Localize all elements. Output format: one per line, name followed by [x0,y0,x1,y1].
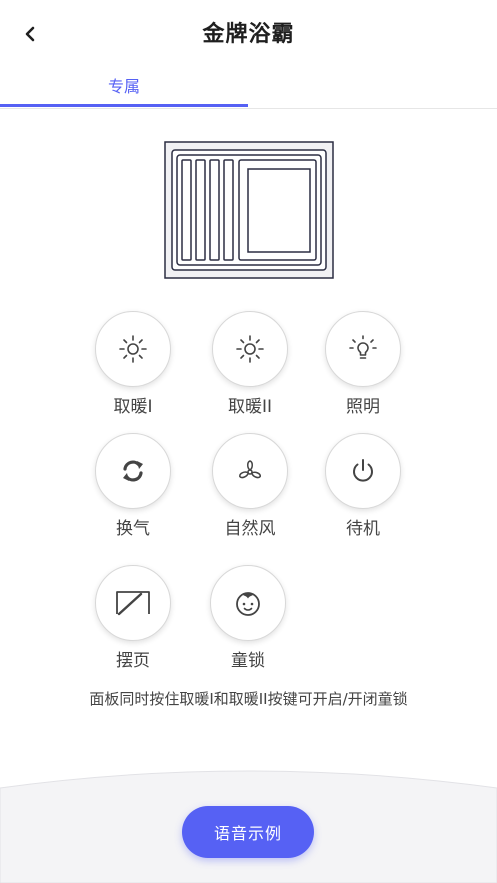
heat-2-button[interactable] [212,311,288,387]
tab-exclusive[interactable]: 专属 [0,64,248,107]
voice-example-button[interactable]: 语音示例 [182,806,314,858]
heat-1-label: 取暖I [113,397,153,417]
child-lock-hint: 面板同时按住取暖I和取暖II按键可开启/开闭童锁 [89,690,408,708]
natural-wind-label: 自然风 [224,519,276,539]
power-icon [353,459,373,482]
bulb-icon [349,335,377,359]
swing-label: 摆页 [116,651,150,671]
sun-icon [119,335,147,363]
swing-button[interactable] [95,565,171,641]
fan-icon [239,460,261,479]
heat-2-label: 取暖II [227,397,273,417]
tab-indicator [0,104,248,107]
baby-icon [236,592,260,616]
sun-icon [236,335,264,363]
air-exchange-button[interactable] [95,433,171,509]
standby-label: 待机 [346,519,380,539]
standby-button[interactable] [325,433,401,509]
light-label: 照明 [346,397,380,417]
tab-exclusive-label: 专属 [107,77,140,96]
natural-wind-button[interactable] [212,433,288,509]
header: 金牌浴霸 [0,0,497,64]
page-title: 金牌浴霸 [202,22,295,47]
tab-bar: 专属 [0,64,497,109]
heat-1-button[interactable] [95,311,171,387]
bath-heater-illustration [164,141,334,279]
swing-icon [116,591,150,616]
child-lock-label: 童锁 [231,651,265,671]
voice-example-label: 语音示例 [213,824,282,843]
child-lock-button[interactable] [210,565,286,641]
light-button[interactable] [325,311,401,387]
air-exchange-label: 换气 [116,519,150,539]
refresh-icon [123,460,143,482]
